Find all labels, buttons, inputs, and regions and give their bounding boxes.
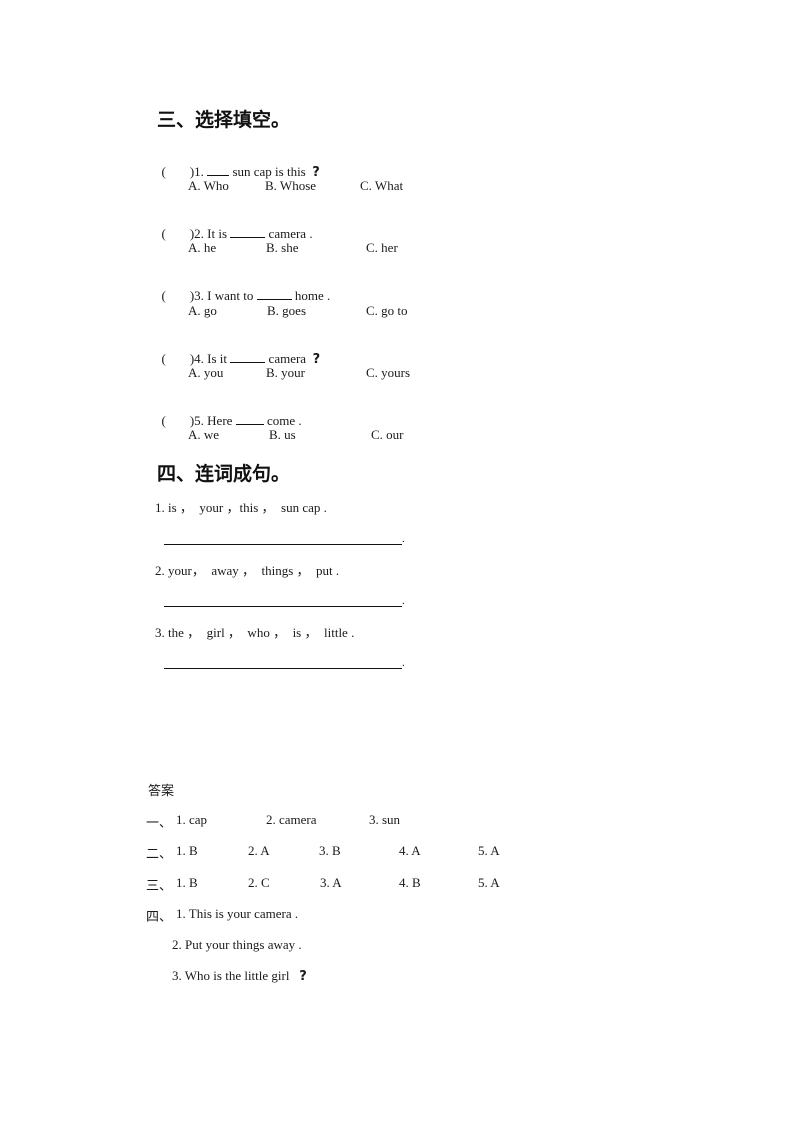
answer-line-3[interactable]	[164, 668, 402, 669]
scrambled-sentence-3: 3. the ， girl ， who ， is ， little .	[155, 625, 355, 640]
answer-line-1[interactable]	[164, 544, 402, 545]
fill-blank	[235, 412, 264, 425]
question-1: ()1. sun cap is this ?	[155, 147, 320, 181]
answer-paren: (	[161, 226, 166, 241]
line-end-dot: .	[402, 595, 405, 607]
answer-line-2[interactable]	[164, 606, 402, 607]
answer-row-label: 二、	[146, 847, 173, 862]
answer-item: 4. A	[399, 843, 421, 858]
question-text: )5. Here	[189, 413, 236, 428]
answer-paren: (	[161, 164, 166, 179]
option-b: B. us	[269, 427, 296, 442]
answer-item: 4. B	[399, 875, 421, 890]
option-c: C. her	[366, 240, 398, 255]
answer-item: 1. B	[176, 843, 198, 858]
question-text: sun cap is this	[229, 164, 306, 179]
answer-item: 2. C	[248, 875, 270, 890]
fill-blank	[230, 350, 266, 363]
line-end-dot: .	[402, 657, 405, 669]
answer-item: 3. B	[319, 843, 341, 858]
option-c: C. yours	[366, 365, 411, 380]
answer-item: 3. sun	[369, 812, 401, 827]
answer-sentence-3: 3. Who is the little girl ?	[172, 968, 307, 985]
option-a: A. Who	[188, 178, 229, 193]
fill-blank	[207, 163, 230, 176]
answer-sentence-1: 1. This is your camera .	[176, 906, 299, 921]
answer-item: 5. A	[478, 875, 500, 890]
scrambled-sentence-1: 1. is ， your ，this ， sun cap .	[155, 500, 327, 515]
fill-blank	[230, 225, 266, 238]
answer-item: 2. camera	[266, 812, 317, 827]
answer-sentence-2: 2. Put your things away .	[172, 937, 302, 952]
answer-paren: (	[161, 413, 166, 428]
question-text: home .	[291, 288, 331, 303]
answer-sentence-text: 3. Who is the little girl	[172, 968, 290, 983]
answers-title: 答案	[148, 784, 175, 799]
option-c: C. our	[371, 427, 404, 442]
answer-item: 5. A	[478, 843, 500, 858]
answer-row-label: 三、	[146, 879, 173, 894]
question-text: )4. Is it	[189, 351, 231, 366]
option-c: C. What	[360, 178, 404, 193]
answer-item: 2. A	[248, 843, 270, 858]
fill-blank	[256, 287, 292, 300]
answer-row-label: 四、	[146, 910, 173, 925]
option-c: C. go to	[366, 303, 408, 318]
answer-paren: (	[161, 288, 166, 303]
section4-title: 四、连词成句。	[157, 463, 291, 485]
answer-paren: (	[161, 351, 166, 366]
question-mark: ?	[299, 969, 307, 984]
answer-item: 3. A	[320, 875, 342, 890]
question-text: camera	[265, 351, 307, 366]
option-a: A. we	[188, 427, 220, 442]
question-text: )2. It is	[189, 226, 231, 241]
question-text: )3. I want to	[189, 288, 257, 303]
section3-title: 三、选择填空。	[157, 109, 291, 131]
option-a: A. he	[188, 240, 217, 255]
option-b: B. Whose	[265, 178, 317, 193]
question-text: camera .	[265, 226, 313, 241]
option-b: B. your	[266, 365, 305, 380]
question-mark: ?	[312, 352, 321, 367]
question-3: ( )3. I want to home .	[155, 271, 331, 304]
answer-item: 1. B	[176, 875, 198, 890]
answer-item: 1. cap	[176, 812, 208, 827]
question-text: come .	[263, 413, 302, 428]
question-text: )1.	[189, 164, 208, 179]
scrambled-sentence-2: 2. your， away ， things ， put .	[155, 563, 340, 578]
option-b: B. goes	[267, 303, 306, 318]
option-b: B. she	[266, 240, 299, 255]
question-5: ( )5. Here come .	[155, 396, 302, 429]
answer-row-label: 一、	[146, 816, 173, 831]
option-a: A. go	[188, 303, 217, 318]
question-2: ( )2. It is camera .	[155, 209, 313, 242]
question-4: ( )4. Is it camera ?	[155, 334, 321, 368]
line-end-dot: .	[402, 533, 405, 545]
option-a: A. you	[188, 365, 224, 380]
